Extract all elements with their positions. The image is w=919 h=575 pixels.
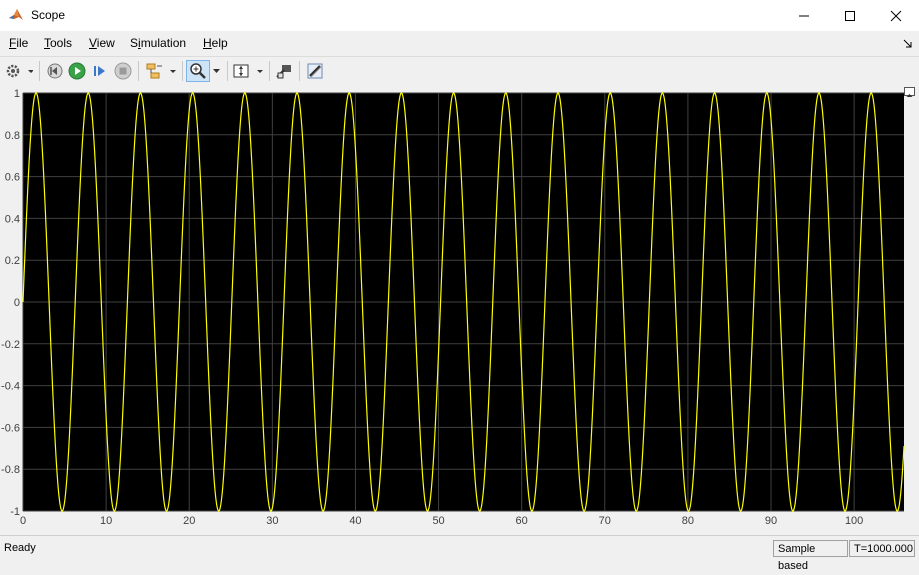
scale-axes-button[interactable] bbox=[231, 60, 265, 82]
x-tick-label: 80 bbox=[682, 515, 694, 527]
step-back-icon bbox=[47, 63, 63, 79]
title-bar: Scope bbox=[0, 0, 919, 31]
toolbar bbox=[0, 56, 919, 86]
menu-dock-button[interactable] bbox=[903, 38, 913, 52]
status-sample-mode: Sample based bbox=[773, 540, 848, 572]
y-tick-label: 0.6 bbox=[5, 172, 20, 184]
play-icon bbox=[68, 62, 86, 80]
y-tick-label: 0 bbox=[14, 297, 20, 309]
step-forward-icon bbox=[94, 66, 105, 76]
x-tick-label: 20 bbox=[183, 515, 195, 527]
y-tick-labels: -1 -0.8 -0.6 -0.4 -0.2 0 0.2 0.4 0.6 0.8 1 bbox=[1, 88, 20, 518]
stop-button[interactable] bbox=[113, 60, 133, 82]
undock-axes-button[interactable] bbox=[904, 87, 915, 97]
y-tick-label: -0.6 bbox=[1, 422, 20, 434]
close-icon bbox=[890, 10, 902, 21]
x-tick-label: 0 bbox=[20, 515, 26, 527]
x-tick-label: 50 bbox=[432, 515, 444, 527]
maximize-icon bbox=[845, 10, 855, 21]
y-tick-label: -0.8 bbox=[1, 464, 20, 476]
menu-tools[interactable]: Tools bbox=[44, 36, 72, 50]
x-tick-label: 90 bbox=[765, 515, 777, 527]
measurements-button[interactable] bbox=[303, 60, 327, 82]
minimize-icon bbox=[799, 15, 809, 16]
stop-icon bbox=[114, 62, 132, 80]
run-button[interactable] bbox=[67, 60, 87, 82]
status-bar: Ready Sample based T=1000.000 bbox=[0, 535, 919, 572]
dock-arrow-icon bbox=[903, 39, 912, 48]
minimize-button[interactable] bbox=[781, 0, 827, 31]
y-tick-label: 0.2 bbox=[5, 255, 20, 267]
menu-help[interactable]: Help bbox=[203, 36, 228, 50]
highlight-block-icon bbox=[276, 65, 291, 79]
zoom-in-button[interactable] bbox=[186, 60, 210, 82]
y-tick-label: 0.8 bbox=[5, 130, 20, 142]
zoom-dropdown-button[interactable] bbox=[211, 60, 223, 82]
scale-axes-icon bbox=[233, 64, 263, 78]
signal-hierarchy-icon bbox=[146, 63, 176, 79]
maximize-axes-icon bbox=[906, 94, 913, 97]
settings-button[interactable] bbox=[4, 60, 34, 82]
measurement-pencil-icon bbox=[307, 63, 323, 79]
window-title: Scope bbox=[31, 8, 66, 22]
step-back-button[interactable] bbox=[45, 60, 65, 82]
x-tick-label: 40 bbox=[349, 515, 361, 527]
signal-selector-button[interactable] bbox=[144, 60, 178, 82]
menu-view[interactable]: View bbox=[89, 36, 115, 50]
close-button[interactable] bbox=[873, 0, 919, 31]
menu-file[interactable]: File bbox=[9, 36, 28, 50]
gear-icon bbox=[6, 64, 33, 78]
zoom-in-icon bbox=[190, 63, 206, 79]
scope-plot[interactable]: -1 -0.8 -0.6 -0.4 -0.2 0 0.2 0.4 0.6 0.8 1 0 10 20 30… bbox=[0, 85, 919, 533]
status-ready-text: Ready bbox=[4, 542, 36, 554]
x-tick-label: 70 bbox=[599, 515, 611, 527]
x-tick-label: 10 bbox=[100, 515, 112, 527]
y-tick-label: -0.2 bbox=[1, 339, 20, 351]
y-tick-label: 1 bbox=[14, 88, 20, 100]
menu-simulation[interactable]: Simulation bbox=[130, 36, 186, 50]
x-tick-label: 30 bbox=[266, 515, 278, 527]
scope-display: -1 -0.8 -0.6 -0.4 -0.2 0 0.2 0.4 0.6 0.8 1 0 10 20 30… bbox=[0, 85, 919, 533]
matlab-logo-icon bbox=[8, 7, 24, 23]
x-tick-labels: 0 10 20 30 40 50 60 70 80 90 100 bbox=[20, 515, 863, 527]
y-tick-label: -0.4 bbox=[1, 381, 20, 393]
highlight-simulink-block-button[interactable] bbox=[273, 60, 295, 82]
menu-bar: File Tools View Simulation Help bbox=[0, 31, 919, 55]
x-tick-label: 60 bbox=[516, 515, 528, 527]
step-forward-button[interactable] bbox=[90, 60, 110, 82]
y-tick-label: -1 bbox=[10, 506, 20, 518]
x-tick-label: 100 bbox=[845, 515, 863, 527]
status-sim-time: T=1000.000 bbox=[849, 540, 915, 557]
y-tick-label: 0.4 bbox=[5, 213, 20, 225]
maximize-button[interactable] bbox=[827, 0, 873, 31]
chevron-down-icon bbox=[213, 69, 220, 73]
